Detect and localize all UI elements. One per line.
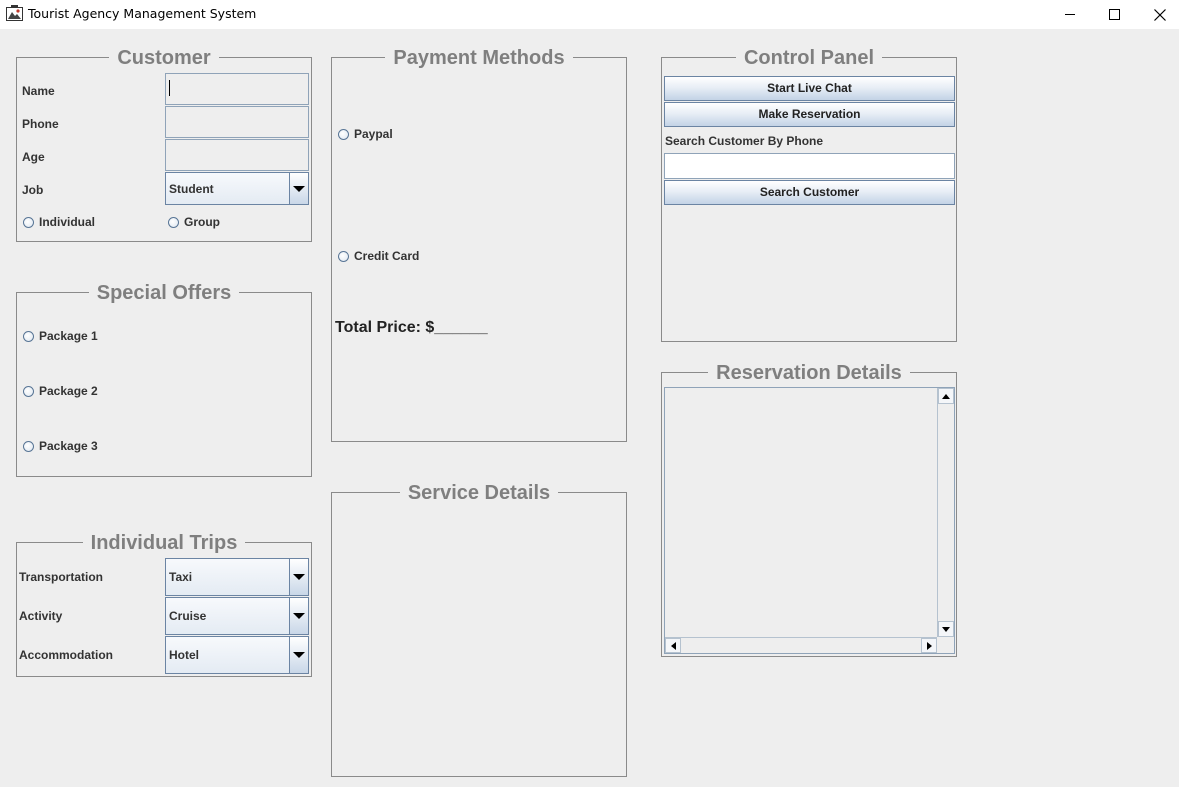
package-3-label: Package 3 xyxy=(39,439,98,453)
activity-select[interactable]: Cruise xyxy=(165,597,309,635)
close-icon xyxy=(1154,8,1166,21)
window-title: Tourist Agency Management System xyxy=(28,6,257,21)
accommodation-label: Accommodation xyxy=(19,648,114,662)
package-1-label: Package 1 xyxy=(39,329,98,343)
radio-circle-icon xyxy=(338,250,349,262)
scroll-right-icon[interactable] xyxy=(921,638,937,653)
phone-field[interactable] xyxy=(165,106,309,138)
name-label: Name xyxy=(22,84,55,98)
radio-circle-icon xyxy=(23,385,34,397)
minimize-button[interactable] xyxy=(1047,0,1093,29)
minimize-icon xyxy=(1064,14,1075,15)
chevron-down-icon[interactable] xyxy=(289,598,308,634)
customer-panel-title: Customer xyxy=(109,47,219,69)
radio-circle-icon xyxy=(23,440,34,452)
maximize-button[interactable] xyxy=(1091,0,1137,29)
age-label: Age xyxy=(22,150,45,164)
maximize-icon xyxy=(1108,9,1120,20)
activity-select-value: Cruise xyxy=(169,609,207,623)
scroll-up-icon[interactable] xyxy=(938,388,954,404)
package-2-label: Package 2 xyxy=(39,384,98,398)
special-offers-title: Special Offers xyxy=(88,282,240,304)
transportation-select-value: Taxi xyxy=(169,570,193,584)
package-2-radio[interactable]: Package 2 xyxy=(23,384,98,398)
make-reservation-button[interactable]: Make Reservation xyxy=(664,102,955,127)
payment-methods-title: Payment Methods xyxy=(385,47,573,69)
reservation-details-panel: Reservation Details xyxy=(661,362,957,657)
chevron-down-icon[interactable] xyxy=(289,559,308,595)
text-caret xyxy=(169,80,170,96)
package-3-radio[interactable]: Package 3 xyxy=(23,439,98,453)
total-price-label: Total Price: $______ xyxy=(335,319,488,336)
search-phone-input[interactable] xyxy=(664,153,955,179)
start-live-chat-button[interactable]: Start Live Chat xyxy=(664,76,955,101)
individual-trips-title: Individual Trips xyxy=(82,532,246,554)
phone-label: Phone xyxy=(22,117,59,131)
radio-circle-icon xyxy=(338,128,349,140)
package-1-radio[interactable]: Package 1 xyxy=(23,329,98,343)
scroll-left-icon[interactable] xyxy=(665,638,681,653)
reservation-details-textarea[interactable] xyxy=(664,387,955,654)
payment-methods-panel: Payment Methods Paypal Credit Card Total… xyxy=(331,47,627,442)
accommodation-select[interactable]: Hotel xyxy=(165,636,309,674)
transportation-label: Transportation xyxy=(19,570,104,584)
service-details-title: Service Details xyxy=(399,482,559,504)
app-icon[interactable] xyxy=(6,5,23,22)
individual-radio[interactable]: Individual xyxy=(23,215,95,229)
accommodation-select-value: Hotel xyxy=(169,648,199,662)
radio-circle-icon xyxy=(23,330,34,342)
customer-panel: Customer Name Phone Age Job Student Indi… xyxy=(16,47,312,242)
paypal-radio[interactable]: Paypal xyxy=(338,127,393,141)
individual-trips-panel: Individual Trips Transportation Taxi Act… xyxy=(16,532,312,677)
radio-circle-icon xyxy=(168,216,179,228)
control-panel: Control Panel Start Live Chat Make Reser… xyxy=(661,47,957,342)
job-label: Job xyxy=(22,183,44,197)
radio-circle-icon xyxy=(23,216,34,228)
horizontal-scrollbar[interactable] xyxy=(665,637,937,653)
title-bar: Tourist Agency Management System xyxy=(0,0,1179,29)
age-field[interactable] xyxy=(165,139,309,171)
transportation-select[interactable]: Taxi xyxy=(165,558,309,596)
credit-card-label: Credit Card xyxy=(354,249,420,263)
group-radio[interactable]: Group xyxy=(168,215,220,229)
vertical-scrollbar[interactable] xyxy=(937,388,954,637)
chevron-down-icon[interactable] xyxy=(289,173,308,204)
search-phone-label: Search Customer By Phone xyxy=(665,134,824,148)
scroll-down-icon[interactable] xyxy=(938,621,954,637)
close-button[interactable] xyxy=(1137,0,1179,29)
job-select[interactable]: Student xyxy=(165,172,309,205)
paypal-label: Paypal xyxy=(354,127,393,141)
control-panel-title: Control Panel xyxy=(735,47,882,69)
service-details-panel: Service Details xyxy=(331,482,627,777)
chevron-down-icon[interactable] xyxy=(289,637,308,673)
activity-label: Activity xyxy=(19,609,63,623)
name-field[interactable] xyxy=(165,73,309,105)
group-radio-label: Group xyxy=(184,215,220,229)
search-customer-button[interactable]: Search Customer xyxy=(664,180,955,205)
job-select-value: Student xyxy=(169,181,214,196)
special-offers-panel: Special Offers Package 1 Package 2 Packa… xyxy=(16,282,312,477)
credit-card-radio[interactable]: Credit Card xyxy=(338,249,419,263)
individual-radio-label: Individual xyxy=(39,215,96,229)
reservation-details-title: Reservation Details xyxy=(708,362,910,384)
